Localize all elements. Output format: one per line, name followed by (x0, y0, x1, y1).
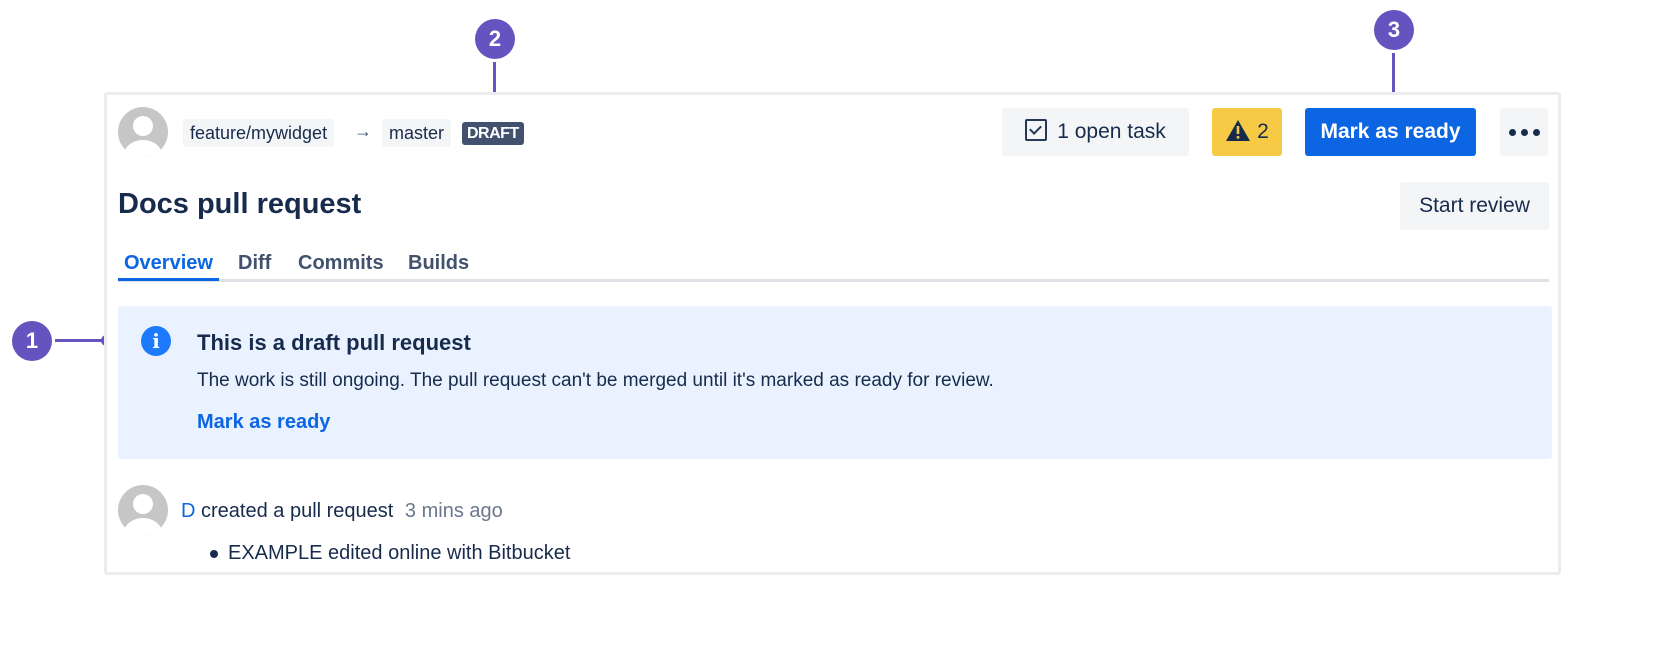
more-actions-button[interactable] (1500, 108, 1548, 156)
tab-divider (118, 279, 1549, 282)
callout-badge-1: 1 (12, 321, 52, 361)
open-tasks-label: 1 open task (1057, 120, 1166, 143)
callout-line-1 (55, 339, 105, 342)
source-branch[interactable]: feature/mywidget (183, 119, 335, 147)
ellipsis-icon (1500, 108, 1548, 156)
draft-info-banner: i This is a draft pull request The work … (118, 306, 1552, 459)
activity-user-link[interactable]: D (181, 500, 195, 522)
pull-request-card: feature/mywidget → master DRAFT 1 open t… (104, 92, 1561, 575)
banner-title: This is a draft pull request (197, 330, 471, 355)
active-tab-indicator (118, 278, 219, 281)
callout-badge-3: 3 (1374, 10, 1414, 50)
activity-avatar[interactable] (118, 485, 168, 535)
info-icon: i (141, 326, 171, 356)
warning-icon (1226, 119, 1251, 141)
draft-status-badge: DRAFT (462, 122, 524, 145)
callout-line-3 (1392, 53, 1395, 93)
open-tasks-button[interactable]: 1 open task (1002, 108, 1189, 156)
banner-mark-as-ready-link[interactable]: Mark as ready (197, 411, 330, 434)
tab-commits[interactable]: Commits (298, 252, 384, 275)
start-review-button[interactable]: Start review (1400, 182, 1549, 230)
branch-arrow-icon: → (354, 121, 372, 141)
page-title: Docs pull request (118, 188, 362, 220)
mark-as-ready-button[interactable]: Mark as ready (1305, 108, 1476, 156)
target-branch[interactable]: master (382, 119, 452, 147)
author-avatar[interactable] (118, 107, 168, 157)
activity-timestamp: 3 mins ago (404, 500, 503, 522)
warnings-button[interactable]: 2 (1212, 108, 1282, 156)
tab-builds[interactable]: Builds (408, 252, 469, 275)
tab-bar: Overview Diff Commits Builds (118, 252, 1549, 282)
activity-action: created a pull request (201, 500, 394, 522)
activity-entry: D created a pull request 3 mins ago (181, 500, 503, 523)
banner-message: The work is still ongoing. The pull requ… (197, 370, 994, 391)
tab-overview[interactable]: Overview (124, 252, 213, 275)
warnings-count: 2 (1257, 120, 1269, 143)
callout-badge-2: 2 (475, 19, 515, 59)
commit-list-item: EXAMPLE edited online with Bitbucket (228, 542, 571, 564)
checkbox-icon (1025, 119, 1048, 142)
tab-diff[interactable]: Diff (238, 252, 271, 275)
bullet-icon (210, 550, 218, 558)
